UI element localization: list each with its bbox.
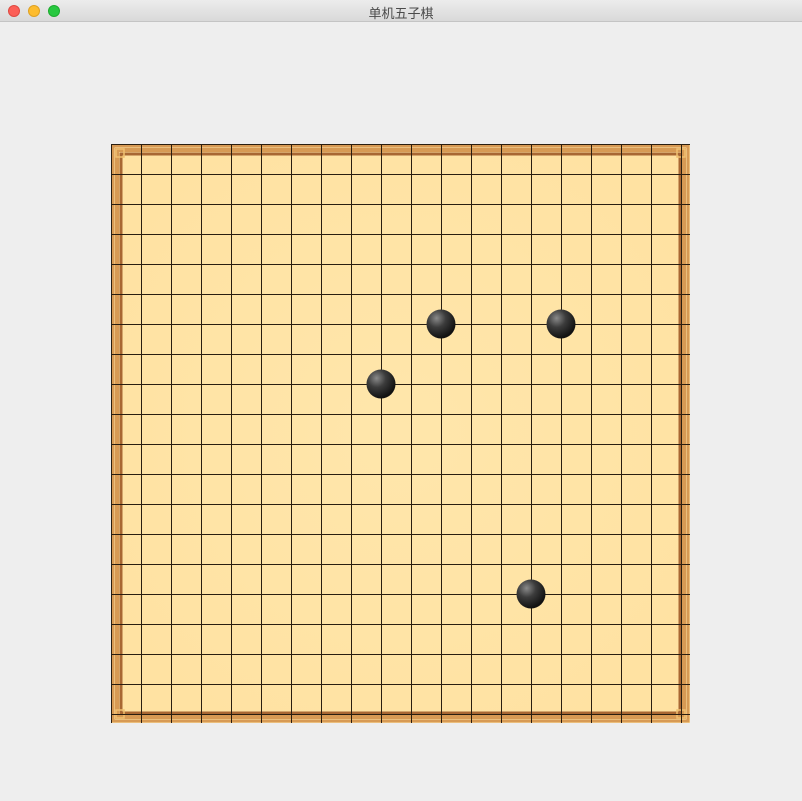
black-stone: [516, 579, 546, 609]
app-window: 单机五子棋: [0, 0, 802, 801]
title-bar[interactable]: 单机五子棋: [0, 0, 802, 22]
black-stone: [426, 309, 456, 339]
window-title: 单机五子棋: [368, 7, 434, 22]
black-stone: [546, 309, 576, 339]
window-content: [0, 22, 802, 801]
black-stone: [366, 369, 396, 399]
board-surface: [111, 144, 690, 723]
gomoku-board[interactable]: [111, 144, 690, 723]
